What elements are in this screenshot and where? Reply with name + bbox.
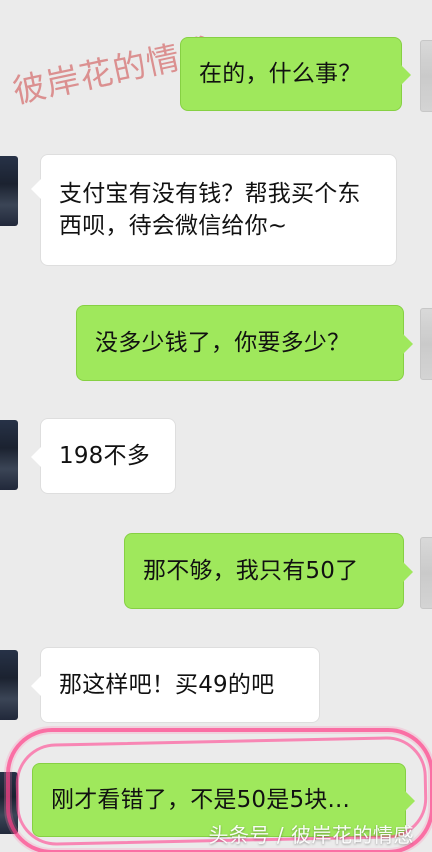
bubble-tail	[405, 791, 415, 811]
message-bubble[interactable]: 在的，什么事？	[180, 37, 411, 111]
message-bubble[interactable]: 那这样吧！买49的吧	[31, 647, 320, 723]
chat-area: 彼岸花的情感 在的，什么事？ 支付宝有没有钱？帮我买个东 西呗，待会微信给你~ …	[0, 0, 432, 852]
message-bubble[interactable]: 没多少钱了，你要多少？	[76, 305, 413, 381]
friend-avatar[interactable]	[0, 156, 18, 226]
my-avatar[interactable]	[420, 308, 432, 380]
message-bubble[interactable]: 刚才看错了，不是50是5块...	[32, 763, 415, 837]
message-text: 支付宝有没有钱？帮我买个东 西呗，待会微信给你~	[59, 181, 361, 239]
bubble-tail	[31, 447, 41, 467]
message-text: 在的，什么事？	[199, 61, 362, 87]
bubble-tail	[31, 676, 41, 696]
message-text: 没多少钱了，你要多少？	[95, 330, 351, 356]
bubble-tail	[401, 65, 411, 85]
message-bubble[interactable]: 那不够，我只有50了	[124, 533, 413, 609]
message-text: 刚才看错了，不是50是5块...	[51, 787, 351, 813]
message-bubble[interactable]: 支付宝有没有钱？帮我买个东 西呗，待会微信给你~	[31, 154, 397, 266]
my-avatar[interactable]	[420, 537, 432, 609]
friend-avatar[interactable]	[0, 772, 18, 834]
friend-avatar[interactable]	[0, 420, 18, 490]
message-text: 198不多	[59, 443, 150, 469]
bubble-tail	[403, 334, 413, 354]
bubble-tail	[403, 562, 413, 582]
friend-avatar[interactable]	[0, 650, 18, 720]
message-text: 那不够，我只有50了	[143, 558, 359, 584]
bubble-tail	[31, 179, 41, 199]
message-bubble[interactable]: 198不多	[31, 418, 176, 494]
my-avatar[interactable]	[420, 40, 432, 112]
message-text: 那这样吧！买49的吧	[59, 672, 275, 698]
